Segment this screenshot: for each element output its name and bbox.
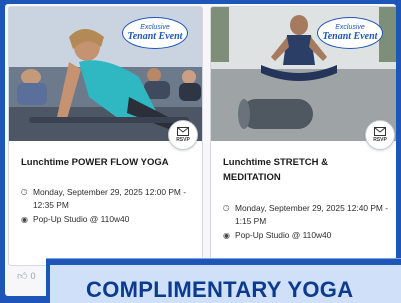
- badge-line-1: Exclusive: [335, 24, 365, 31]
- clock-icon: 🕒︎: [21, 188, 28, 197]
- rsvp-button[interactable]: RSVP: [168, 120, 198, 150]
- thumbs-up-icon[interactable]: 👍︎: [17, 270, 27, 282]
- event-location-text: Pop-Up Studio @ 110w40: [235, 230, 332, 240]
- event-location: ◉ Pop-Up Studio @ 110w40: [21, 213, 191, 226]
- clock-icon: 🕒︎: [223, 204, 230, 213]
- event-time-text: Monday, September 29, 2025 12:40 PM - 1:…: [235, 203, 389, 226]
- event-location: ◉ Pop-Up Studio @ 110w40: [223, 229, 393, 242]
- exclusive-tenant-event-badge: Exclusive Tenant Event: [122, 17, 188, 49]
- exclusive-tenant-event-badge: Exclusive Tenant Event: [317, 17, 383, 49]
- badge-line-2: Tenant Event: [127, 31, 183, 42]
- event-feed: Exclusive Tenant Event RSVP Lunchtime PO…: [5, 4, 396, 296]
- rsvp-label: RSVP: [373, 137, 387, 143]
- promo-banner-panel: COMPLIMENTARY YOGA: [50, 265, 401, 303]
- rsvp-label: RSVP: [176, 137, 190, 143]
- event-location-text: Pop-Up Studio @ 110w40: [33, 214, 130, 224]
- like-count: 0: [30, 271, 36, 281]
- rsvp-button[interactable]: RSVP: [365, 120, 395, 150]
- badge-line-1: Exclusive: [140, 24, 170, 31]
- promo-banner: COMPLIMENTARY YOGA: [46, 258, 401, 303]
- event-title[interactable]: Lunchtime STRETCH & MEDITATION: [223, 155, 388, 185]
- event-time-text: Monday, September 29, 2025 12:00 PM - 12…: [33, 187, 187, 210]
- envelope-icon: [177, 127, 189, 136]
- event-title[interactable]: Lunchtime POWER FLOW YOGA: [21, 155, 186, 170]
- badge-line-2: Tenant Event: [322, 31, 378, 42]
- event-time: 🕒︎ Monday, September 29, 2025 12:00 PM -…: [21, 186, 191, 212]
- envelope-icon: [374, 127, 386, 136]
- location-pin-icon: ◉: [223, 231, 230, 240]
- event-card-power-flow-yoga[interactable]: Exclusive Tenant Event RSVP Lunchtime PO…: [8, 6, 203, 266]
- event-card-stretch-meditation[interactable]: Exclusive Tenant Event RSVP Lunchtime ST…: [210, 6, 396, 266]
- promo-banner-text: COMPLIMENTARY YOGA: [86, 277, 354, 302]
- event-time: 🕒︎ Monday, September 29, 2025 12:40 PM -…: [223, 202, 393, 228]
- like-counter[interactable]: 👍︎ 0: [17, 270, 35, 282]
- location-pin-icon: ◉: [21, 215, 28, 224]
